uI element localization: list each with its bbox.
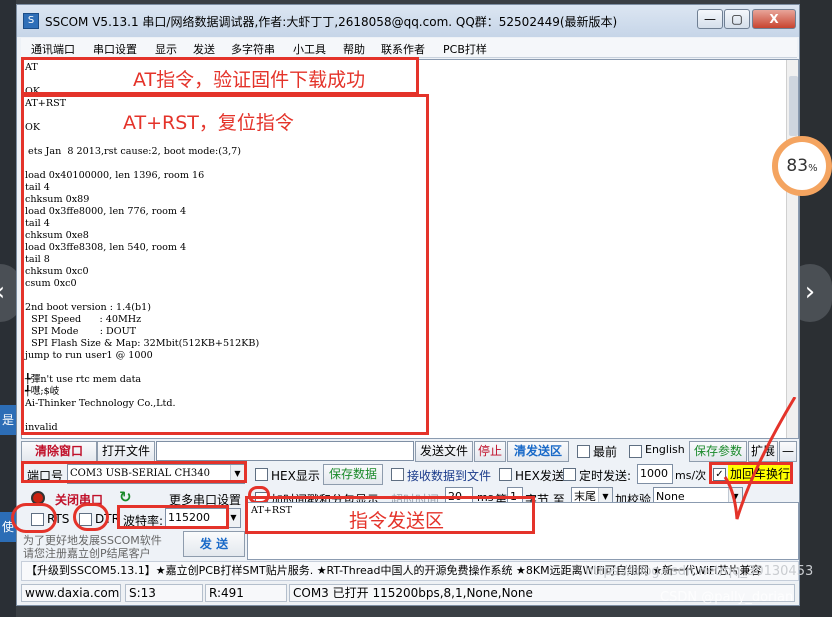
recv-to-file-label: 接收数据到文件 — [407, 469, 492, 483]
recv-to-file-checkbox[interactable] — [391, 468, 404, 481]
close-button[interactable]: X — [752, 9, 796, 29]
english-label: English — [645, 443, 685, 456]
status-received: R:491 — [205, 584, 287, 602]
hex-display-label: HEX显示 — [271, 469, 320, 483]
menu-item-port[interactable]: 通讯端口 — [31, 41, 75, 57]
topmost-checkbox[interactable] — [577, 445, 590, 458]
annotation-rst: AT+RST，复位指令 — [123, 112, 294, 134]
hex-display-checkbox[interactable] — [255, 468, 268, 481]
topmost-label: 最前 — [593, 445, 618, 459]
annotation-circle-rts — [11, 503, 57, 533]
promo-line-2: 请您注册嘉立创P结尾客户 — [23, 547, 151, 560]
maximize-button[interactable]: ▢ — [724, 9, 750, 29]
interval-input[interactable]: 1000 — [637, 464, 673, 484]
scrollbar-thumb[interactable] — [789, 76, 798, 136]
file-path-input[interactable] — [156, 441, 414, 461]
csdn-credit: CSDN @pally_dorian — [660, 590, 794, 605]
menu-item-display[interactable]: 显示 — [155, 41, 177, 57]
title-bar: S SSCOM V5.13.1 串口/网络数据调试器,作者:大虾丁丁,26180… — [17, 5, 799, 37]
hex-send-label: HEX发送 — [515, 469, 564, 483]
window-title: SSCOM V5.13.1 串口/网络数据调试器,作者:大虾丁丁,2618058… — [45, 15, 618, 29]
send-button[interactable]: 发 送 — [183, 531, 245, 557]
status-site[interactable]: www.daxia.com — [21, 584, 121, 602]
clear-send-button[interactable]: 清发送区 — [507, 441, 569, 462]
english-checkbox[interactable] — [629, 445, 642, 458]
timed-send-label: 定时发送: — [579, 469, 632, 483]
annotation-circle-dtr — [73, 503, 109, 531]
annotation-box-baud — [117, 505, 229, 529]
progress-gauge: 83% — [772, 136, 832, 196]
menu-item-serial-settings[interactable]: 串口设置 — [93, 41, 137, 57]
sscom-window: S SSCOM V5.13.1 串口/网络数据调试器,作者:大虾丁丁,26180… — [11, 4, 813, 606]
menu-item-send[interactable]: 发送 — [193, 41, 215, 57]
hex-send-checkbox[interactable] — [499, 468, 512, 481]
red-checkmark-annotation — [723, 397, 797, 520]
clear-window-button[interactable]: 清除窗口 — [21, 441, 97, 462]
app-icon: S — [23, 13, 39, 29]
minimize-button[interactable]: — — [697, 9, 723, 29]
annotation-box-rst — [21, 94, 429, 435]
gauge-unit: % — [808, 163, 818, 174]
blog-watermark: https://blog.csdn.net/qq_30130453 — [585, 564, 814, 579]
side-tab-1[interactable]: 是 — [0, 405, 16, 435]
stop-button[interactable]: 停止 — [474, 441, 506, 462]
menu-item-tools[interactable]: 小工具 — [293, 41, 326, 57]
refresh-icon[interactable]: ↻ — [119, 488, 132, 506]
interval-unit: ms/次 — [675, 469, 707, 482]
menu-item-multi-string[interactable]: 多字符串 — [231, 41, 275, 57]
gauge-value: 83 — [786, 156, 809, 176]
annotation-at: AT指令，验证固件下载成功 — [133, 69, 366, 91]
menu-item-pcb[interactable]: PCB打样 — [443, 41, 487, 57]
timed-send-checkbox[interactable] — [563, 468, 576, 481]
save-data-button[interactable]: 保存数据 — [323, 464, 383, 485]
receive-scrollbar[interactable] — [786, 60, 798, 438]
menu-bar: 通讯端口 串口设置 显示 发送 多字符串 小工具 帮助 联系作者 PCB打样 — [21, 38, 797, 58]
annotation-send: 指令发送区 — [349, 510, 445, 532]
open-file-button[interactable]: 打开文件 — [97, 441, 155, 462]
status-sent: S:13 — [125, 584, 203, 602]
menu-item-help[interactable]: 帮助 — [343, 41, 365, 57]
annotation-box-port — [21, 461, 247, 483]
menu-item-contact[interactable]: 联系作者 — [381, 41, 425, 57]
send-file-button[interactable]: 发送文件 — [415, 441, 473, 462]
